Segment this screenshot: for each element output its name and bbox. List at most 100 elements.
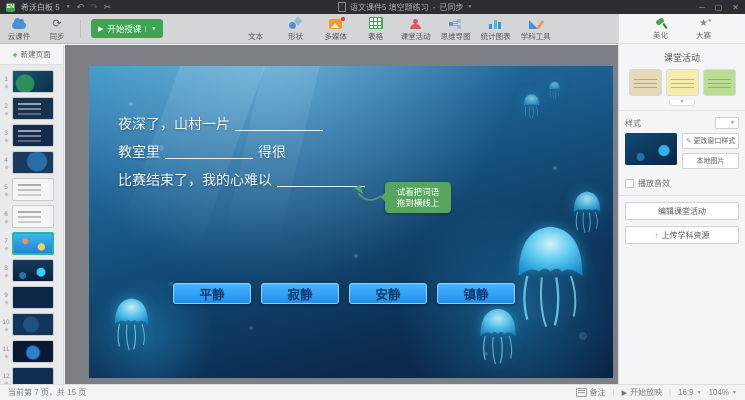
slide-thumbnail-row[interactable]: 2	[0, 95, 63, 122]
cloud-courseware-label: 云课件	[8, 31, 31, 42]
start-teaching-dropdown-icon[interactable]: ▼	[145, 26, 156, 32]
slide-thumbnail[interactable]	[12, 97, 54, 120]
sync-button[interactable]: ⟳ 同步	[38, 14, 76, 44]
hint-callout[interactable]: 试着把词语 拖到横线上	[385, 182, 451, 213]
page-number: 7	[0, 238, 12, 250]
slide-thumbnail-row[interactable]: 9	[0, 284, 63, 311]
answer-chip[interactable]: 镇静	[437, 283, 515, 304]
blank-3[interactable]	[277, 172, 365, 187]
slide-thumbnail[interactable]	[12, 151, 54, 174]
aspect-ratio-select[interactable]: 16:9 ▼	[678, 388, 702, 397]
sync-icon: ⟳	[52, 19, 61, 29]
edit-activity-button[interactable]: 编辑课堂活动	[625, 202, 739, 220]
new-page-button[interactable]: + 新建页面	[0, 45, 63, 65]
chevron-down-icon: ▼	[732, 390, 737, 396]
slide-thumbnail[interactable]	[12, 340, 54, 363]
tool-icon	[529, 19, 542, 29]
slide-thumbnail[interactable]	[12, 70, 54, 93]
toolbar-tool-button[interactable]: 多媒体	[317, 14, 355, 44]
redo-icon[interactable]: ↷	[90, 3, 98, 12]
change-style-button[interactable]: ✎ 更改窗口样式	[682, 133, 739, 149]
app-name[interactable]: 希沃白板 5	[21, 2, 60, 13]
app-menu-caret-icon[interactable]: ▼	[66, 4, 71, 10]
background-thumbnail[interactable]	[625, 133, 677, 165]
toolbar-tool-button[interactable]: 思维导图	[437, 14, 475, 44]
slide[interactable]: 夜深了，山村一片 教室里得很 比赛结束了，我的心难以 试着把词语 拖到横线上 平…	[89, 66, 613, 378]
slide-thumbnail[interactable]	[12, 259, 54, 282]
toolbar-tool-button[interactable]: 形状	[277, 14, 315, 44]
blank-1[interactable]	[235, 116, 323, 131]
slide-thumbnail[interactable]	[12, 313, 54, 336]
titlebar: EN 希沃白板 5 ▼ ↶ ↷ ✂ 语文课件5 填空题练习 - 已同步 ▼ ─ …	[0, 0, 745, 14]
right-tool-label: 大赛	[696, 30, 711, 41]
blank-2[interactable]	[165, 144, 253, 159]
slide-thumbnail-row[interactable]: 3	[0, 122, 63, 149]
app-logo: EN	[6, 3, 15, 12]
close-button[interactable]: ✕	[732, 3, 739, 12]
page-transition-icon	[4, 165, 8, 169]
right-tool-button[interactable]: 美化	[653, 16, 668, 43]
slide-thumbnail-row[interactable]: 4	[0, 149, 63, 176]
slide-thumbnail[interactable]	[12, 367, 54, 384]
slide-thumbnail-row[interactable]: 11	[0, 338, 63, 365]
activity-template-thumbnail[interactable]	[629, 69, 662, 96]
sound-effect-checkbox[interactable]	[625, 179, 634, 188]
tool-label: 统计图表	[481, 31, 511, 42]
document-title-group[interactable]: 语文课件5 填空题练习 - 已同步 ▼	[117, 2, 693, 13]
tool-icon	[369, 17, 383, 29]
start-slideshow-button[interactable]: ▶ 开始放映	[622, 387, 662, 398]
slide-thumbnail-row[interactable]: 1	[0, 68, 63, 95]
activity-template-thumbnail[interactable]	[666, 69, 699, 96]
minimize-button[interactable]: ─	[699, 3, 705, 12]
notes-button[interactable]: 备注	[576, 387, 606, 398]
slide-thumbnail-row[interactable]: 10	[0, 311, 63, 338]
editing-canvas[interactable]: 夜深了，山村一片 教室里得很 比赛结束了，我的心难以 试着把词语 拖到横线上 平…	[65, 45, 618, 384]
slide-thumbnail[interactable]	[12, 286, 54, 309]
slide-thumbnail-row[interactable]: 5	[0, 176, 63, 203]
page-number: 1	[0, 76, 12, 88]
panel-collapse-handle[interactable]: ▼	[669, 100, 695, 106]
toolbar-tool-button[interactable]: 表格	[357, 14, 395, 44]
zoom-level-select[interactable]: 104% ▼	[709, 388, 737, 397]
slide-thumbnail-row[interactable]: 6	[0, 203, 63, 230]
slide-thumbnail[interactable]	[12, 205, 54, 228]
answer-chip[interactable]: 寂静	[261, 283, 339, 304]
scissors-icon[interactable]: ✂	[104, 3, 112, 12]
right-tool-label: 美化	[653, 30, 668, 41]
cloud-courseware-button[interactable]: 云课件	[0, 14, 38, 44]
hint-line-2: 拖到横线上	[397, 198, 440, 209]
style-count-select[interactable]: ▼	[715, 117, 739, 129]
maximize-button[interactable]: ▢	[715, 3, 723, 12]
local-image-button[interactable]: 本地图片	[682, 153, 739, 169]
tool-label: 课堂活动	[401, 31, 431, 42]
page-transition-icon	[4, 111, 8, 115]
activity-template-thumbnail[interactable]	[703, 69, 736, 96]
tool-label: 学科工具	[521, 31, 551, 42]
toolbar-tool-button[interactable]: 课堂活动	[397, 14, 435, 44]
toolbar-tool-button[interactable]: 统计图表	[477, 14, 515, 44]
slide-thumbnail[interactable]	[12, 178, 54, 201]
window-controls: ─ ▢ ✕	[699, 3, 739, 12]
answer-chip[interactable]: 安静	[349, 283, 427, 304]
toolbar-tool-button[interactable]: 文本	[237, 14, 275, 44]
start-teaching-button[interactable]: ▶ 开始授课 ▼	[91, 19, 163, 38]
slide-panel: + 新建页面 1 2 3	[0, 45, 64, 384]
question-text[interactable]: 夜深了，山村一片 教室里得很 比赛结束了，我的心难以	[118, 110, 370, 194]
slide-thumbnail-row[interactable]: 7	[0, 230, 63, 257]
activity-template-list	[619, 69, 745, 96]
slide-thumbnail-row[interactable]: 12	[0, 365, 63, 384]
question-line-1: 夜深了，山村一片	[118, 110, 370, 138]
toolbar-tool-button[interactable]: 学科工具	[517, 14, 555, 44]
upload-resource-button[interactable]: ↑ 上传学科资源	[625, 226, 739, 244]
slide-thumbnail-row[interactable]: 8	[0, 257, 63, 284]
panel-divider	[619, 110, 745, 111]
sync-status: 已同步	[439, 2, 463, 13]
slide-thumbnail[interactable]	[12, 232, 54, 255]
answer-chip[interactable]: 平静	[173, 283, 251, 304]
title-caret-icon[interactable]: ▼	[467, 4, 472, 10]
right-tool-button[interactable]: 大赛	[696, 16, 711, 43]
right-tool-icon	[655, 18, 667, 29]
notes-icon	[576, 388, 587, 397]
undo-icon[interactable]: ↶	[77, 3, 85, 12]
slide-thumbnail[interactable]	[12, 124, 54, 147]
